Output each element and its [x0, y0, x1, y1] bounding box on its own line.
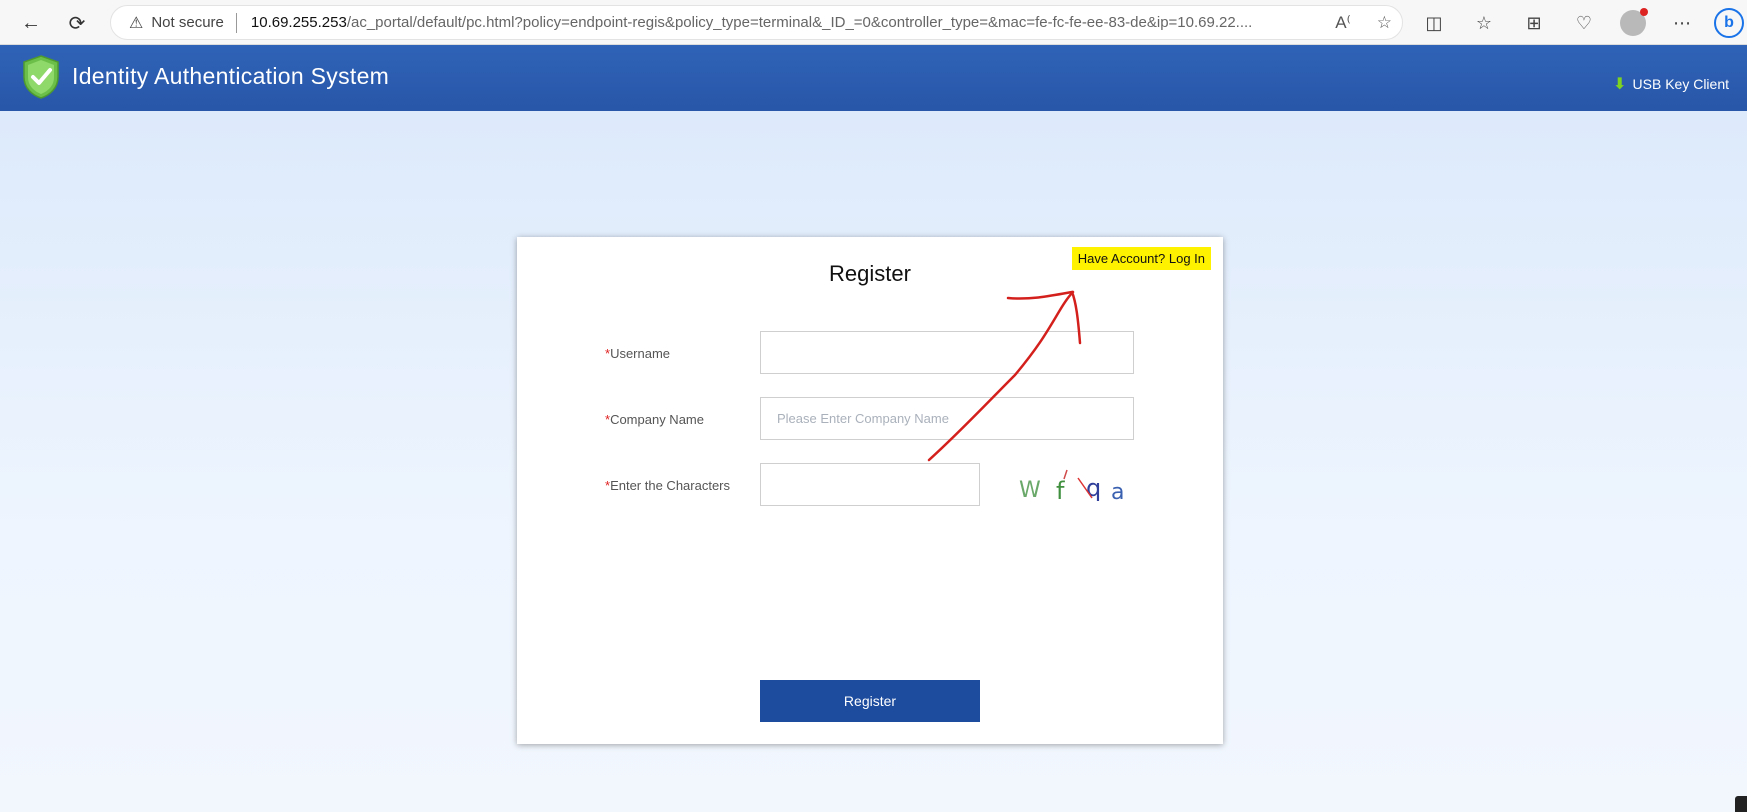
more-options-icon[interactable]: ⋯ [1668, 13, 1696, 34]
security-label[interactable]: Not secure [151, 14, 224, 31]
browser-toolbar: ← ⟳ ⚠ Not secure 10.69.255.253 /ac_porta… [0, 0, 1747, 45]
captcha-input[interactable] [760, 463, 980, 506]
shield-logo-icon [23, 55, 59, 99]
collections-icon[interactable]: ⊞ [1520, 13, 1548, 34]
username-label-text: Username [610, 346, 671, 361]
favorite-star-icon[interactable]: ☆ [1377, 13, 1392, 33]
login-link[interactable]: Have Account? Log In [1071, 247, 1211, 270]
register-card: Register Have Account? Log In *Username … [517, 237, 1223, 744]
profile-avatar[interactable] [1620, 8, 1648, 36]
app-title: Identity Authentication System [72, 63, 390, 89]
address-divider [235, 12, 237, 33]
company-name-input[interactable] [760, 397, 1134, 440]
bing-copilot-icon[interactable]: b [1714, 8, 1744, 38]
read-aloud-icon[interactable]: A⁽ [1335, 13, 1351, 33]
usb-key-client-link[interactable]: ⬇ USB Key Client [1613, 74, 1729, 94]
app-header: Identity Authentication System ⬇ USB Key… [0, 45, 1747, 111]
register-button[interactable]: Register [760, 680, 980, 722]
captcha-image[interactable]: W f q a [1014, 468, 1144, 508]
captcha-label-text: Enter the Characters [610, 478, 731, 493]
back-icon[interactable]: ← [16, 8, 46, 38]
username-label: *Username [605, 346, 670, 361]
address-bar-actions: A⁽ ☆ [1335, 6, 1392, 39]
split-screen-icon[interactable]: ◫ [1420, 13, 1448, 34]
browser-tools: ◫ ☆ ⊞ ♡ ⋯ [1420, 8, 1696, 38]
url-host: 10.69.255.253 [250, 14, 347, 31]
warning-icon: ⚠ [129, 14, 144, 32]
download-icon: ⬇ [1613, 76, 1627, 93]
url-path: /ac_portal/default/pc.html?policy=endpoi… [346, 14, 1253, 31]
usb-key-client-label: USB Key Client [1632, 76, 1729, 92]
captcha-label: *Enter the Characters [605, 478, 730, 493]
favorites-icon[interactable]: ☆ [1470, 13, 1498, 34]
username-input[interactable] [760, 331, 1134, 374]
reload-icon[interactable]: ⟳ [62, 8, 92, 38]
company-name-label-text: Company Name [610, 412, 704, 427]
corner-widget [1735, 796, 1747, 812]
company-name-label: *Company Name [605, 412, 704, 427]
browser-essentials-icon[interactable]: ♡ [1570, 13, 1598, 34]
address-bar[interactable]: ⚠ Not secure 10.69.255.253 /ac_portal/de… [110, 5, 1403, 40]
captcha-noise [1063, 469, 1093, 499]
